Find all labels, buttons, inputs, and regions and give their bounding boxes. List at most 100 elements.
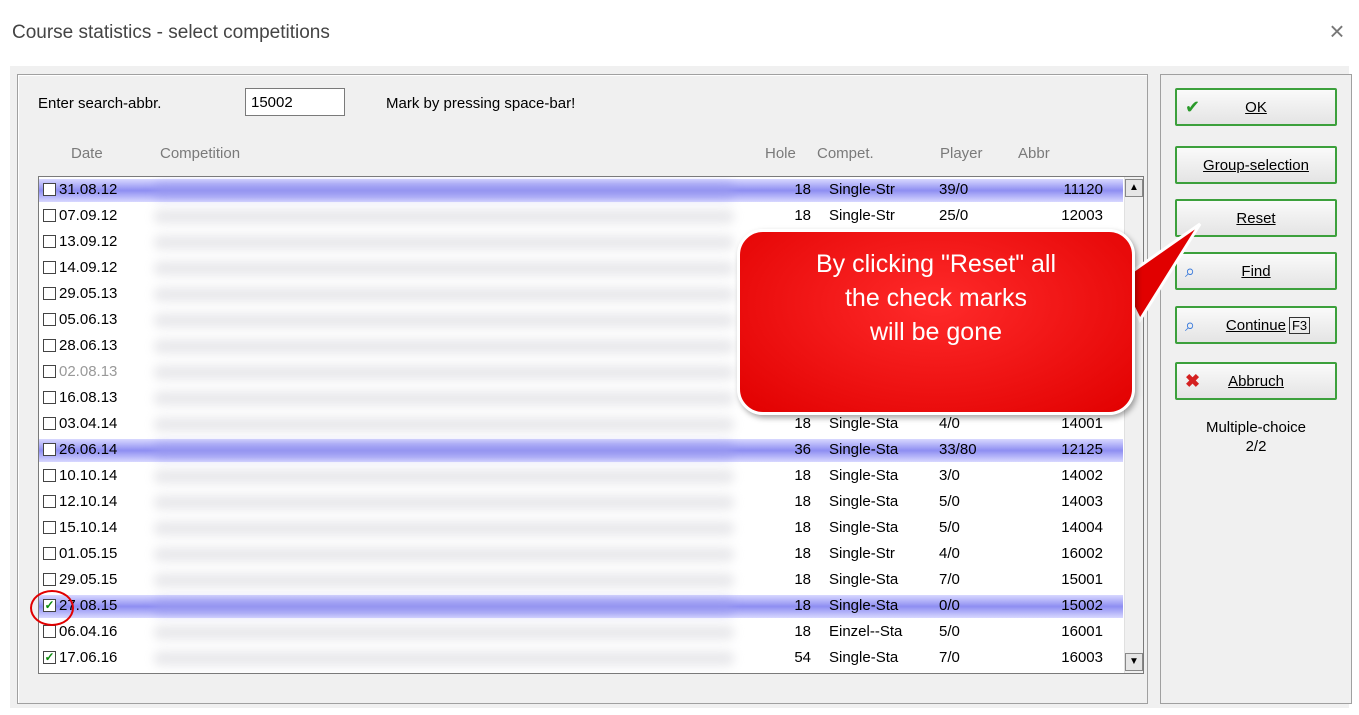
row-date: 05.06.13 — [59, 311, 118, 328]
row-checkbox[interactable] — [43, 183, 56, 196]
row-checkbox[interactable] — [43, 365, 56, 378]
row-checkbox[interactable] — [43, 261, 56, 274]
row-compet: Single-Str — [829, 545, 895, 562]
row-hole: 18 — [794, 571, 811, 588]
list-item[interactable]: ✓ 17.06.16 54 Single-Sta 7/0 16003 — [39, 647, 1123, 670]
row-checkbox[interactable] — [43, 391, 56, 404]
row-date: 26.06.14 — [59, 441, 118, 458]
row-abbr: 16002 — [1061, 545, 1103, 562]
search-label: Enter search-abbr. — [38, 95, 162, 112]
row-competition-blurred — [154, 313, 734, 328]
row-player: 33/80 — [939, 441, 977, 458]
row-checkbox[interactable] — [43, 625, 56, 638]
reset-label: Reset — [1236, 209, 1276, 227]
row-competition-blurred — [154, 599, 734, 614]
column-header-abbr[interactable]: Abbr — [1018, 145, 1050, 162]
multiple-choice-value: 2/2 — [1245, 438, 1267, 455]
row-abbr: 14003 — [1061, 493, 1103, 510]
list-item[interactable]: 31.08.12 18 Single-Str 39/0 11120 — [39, 179, 1123, 202]
row-player: 3/0 — [939, 467, 960, 484]
row-checkbox[interactable] — [43, 469, 56, 482]
cancel-x-icon: ✖ — [1185, 371, 1201, 391]
list-item[interactable]: ✓ 27.08.15 18 Single-Sta 0/0 15002 — [39, 595, 1123, 618]
row-hole: 18 — [794, 545, 811, 562]
title-bar: Course statistics - select competitions … — [0, 0, 1359, 66]
list-item[interactable]: 10.10.14 18 Single-Sta 3/0 14002 — [39, 465, 1123, 488]
row-abbr: 15002 — [1061, 597, 1103, 614]
row-checkbox[interactable] — [43, 443, 56, 456]
row-competition-blurred — [154, 261, 734, 276]
row-player: 7/0 — [939, 571, 960, 588]
row-abbr: 14001 — [1061, 415, 1103, 432]
list-item[interactable]: 29.05.15 18 Single-Sta 7/0 15001 — [39, 569, 1123, 592]
row-hole: 18 — [794, 519, 811, 536]
row-checkbox[interactable] — [43, 495, 56, 508]
row-player: 39/0 — [939, 181, 969, 198]
row-date: 01.05.15 — [59, 545, 118, 562]
ok-button[interactable]: ✔ OK — [1175, 88, 1337, 126]
row-date: 14.09.12 — [59, 259, 118, 276]
list-item[interactable]: 03.04.14 18 Single-Sta 4/0 14001 — [39, 413, 1123, 436]
row-compet: Single-Sta — [829, 571, 899, 588]
abbruch-button[interactable]: ✖ Abbruch — [1175, 362, 1337, 400]
row-compet: Single-Sta — [829, 649, 899, 666]
list-item[interactable]: 12.10.14 18 Single-Sta 5/0 14003 — [39, 491, 1123, 514]
close-icon[interactable]: × — [1322, 16, 1352, 46]
row-hole: 54 — [794, 649, 811, 666]
row-compet: Single-Sta — [829, 597, 899, 614]
checkmark-icon: ✔ — [1185, 97, 1201, 117]
row-date: 16.08.13 — [59, 389, 118, 406]
row-checkbox[interactable] — [43, 547, 56, 560]
row-competition-blurred — [154, 287, 734, 302]
column-header-player[interactable]: Player — [940, 145, 983, 162]
row-abbr: 12003 — [1061, 207, 1103, 224]
column-header-compet[interactable]: Compet. — [817, 145, 874, 162]
row-competition-blurred — [154, 209, 734, 224]
find-label: Find — [1241, 262, 1271, 280]
annotation-callout: By clicking "Reset" all the check marks … — [737, 229, 1135, 415]
row-checkbox[interactable]: ✓ — [43, 651, 56, 664]
list-item[interactable]: 26.06.14 36 Single-Sta 33/80 12125 — [39, 439, 1123, 462]
list-item[interactable]: 01.05.15 18 Single-Str 4/0 16002 — [39, 543, 1123, 566]
list-item[interactable]: 15.10.14 18 Single-Sta 5/0 14004 — [39, 517, 1123, 540]
row-abbr: 14002 — [1061, 467, 1103, 484]
row-competition-blurred — [154, 547, 734, 562]
row-checkbox[interactable] — [43, 287, 56, 300]
search-hint: Mark by pressing space-bar! — [386, 95, 576, 112]
callout-line-2: the check marks — [844, 284, 1027, 312]
row-competition-blurred — [154, 469, 734, 484]
row-checkbox[interactable] — [43, 417, 56, 430]
row-checkbox[interactable] — [43, 573, 56, 586]
row-date: 31.08.12 — [59, 181, 118, 198]
row-checkbox[interactable] — [43, 521, 56, 534]
row-compet: Single-Str — [829, 181, 895, 198]
ok-label: OK — [1245, 98, 1267, 116]
list-item[interactable]: 06.04.16 18 Einzel--Sta 5/0 16001 — [39, 621, 1123, 644]
list-item[interactable]: 07.09.12 18 Single-Str 25/0 12003 — [39, 205, 1123, 228]
scroll-down-icon[interactable]: ▼ — [1125, 653, 1143, 671]
row-player: 5/0 — [939, 519, 960, 536]
continue-label: Continue — [1225, 316, 1286, 334]
row-hole: 36 — [794, 441, 811, 458]
row-hole: 18 — [794, 415, 811, 432]
window-title: Course statistics - select competitions — [12, 22, 330, 43]
scroll-up-icon[interactable]: ▲ — [1125, 179, 1143, 197]
search-input[interactable] — [245, 88, 345, 116]
group-selection-button[interactable]: Group-selection — [1175, 146, 1337, 184]
row-hole: 18 — [794, 467, 811, 484]
row-checkbox[interactable] — [43, 339, 56, 352]
row-checkbox[interactable] — [43, 313, 56, 326]
row-compet: Einzel--Sta — [829, 623, 903, 640]
row-date: 10.10.14 — [59, 467, 118, 484]
column-header-date[interactable]: Date — [71, 145, 103, 162]
column-header-hole[interactable]: Hole — [765, 145, 796, 162]
row-checkbox[interactable] — [43, 235, 56, 248]
row-competition-blurred — [154, 235, 734, 250]
row-competition-blurred — [154, 625, 734, 640]
callout-line-1: By clicking "Reset" all — [815, 250, 1057, 278]
row-competition-blurred — [154, 391, 734, 406]
abbruch-label: Abbruch — [1228, 372, 1284, 390]
row-checkbox[interactable] — [43, 209, 56, 222]
row-date: 15.10.14 — [59, 519, 118, 536]
column-header-competition[interactable]: Competition — [160, 145, 240, 162]
